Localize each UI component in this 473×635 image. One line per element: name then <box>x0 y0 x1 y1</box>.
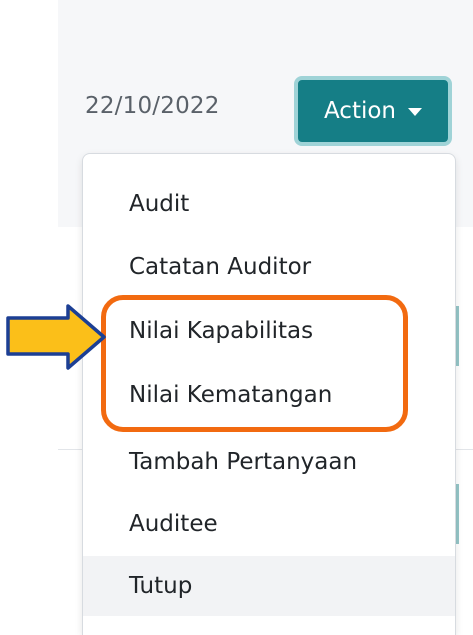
date-cell: 22/10/2022 <box>85 93 220 119</box>
partial-button-edge <box>456 484 459 544</box>
menu-item-label: Nilai Kapabilitas <box>129 318 314 344</box>
menu-item-nilai-kapabilitas[interactable]: Nilai Kapabilitas <box>83 301 455 361</box>
arrow-right-icon <box>6 304 106 370</box>
action-dropdown-menu: Audit Catatan Auditor Nilai Kapabilitas … <box>82 153 456 635</box>
menu-item-audit[interactable]: Audit <box>83 174 455 234</box>
action-button[interactable]: Action <box>294 76 452 146</box>
menu-item-label: Tambah Pertanyaan <box>129 449 358 475</box>
menu-item-catatan-auditor[interactable]: Catatan Auditor <box>83 237 455 297</box>
partial-button-edge <box>456 306 459 366</box>
menu-item-tambah-pertanyaan[interactable]: Tambah Pertanyaan <box>83 432 455 492</box>
caret-down-icon <box>408 108 423 116</box>
menu-item-label: Nilai Kematangan <box>129 382 333 408</box>
menu-item-label: Auditee <box>129 511 218 537</box>
menu-item-label: Tutup <box>129 573 193 599</box>
menu-item-nilai-kematangan[interactable]: Nilai Kematangan <box>83 365 455 425</box>
menu-item-tutup[interactable]: Tutup <box>83 556 455 616</box>
menu-item-label: Audit <box>129 191 190 217</box>
action-button-label: Action <box>323 98 397 124</box>
menu-item-label: Catatan Auditor <box>129 254 312 280</box>
screenshot-canvas: 22/10/2022 Action Audit Catatan Auditor … <box>0 0 473 635</box>
menu-item-auditee[interactable]: Auditee <box>83 494 455 554</box>
